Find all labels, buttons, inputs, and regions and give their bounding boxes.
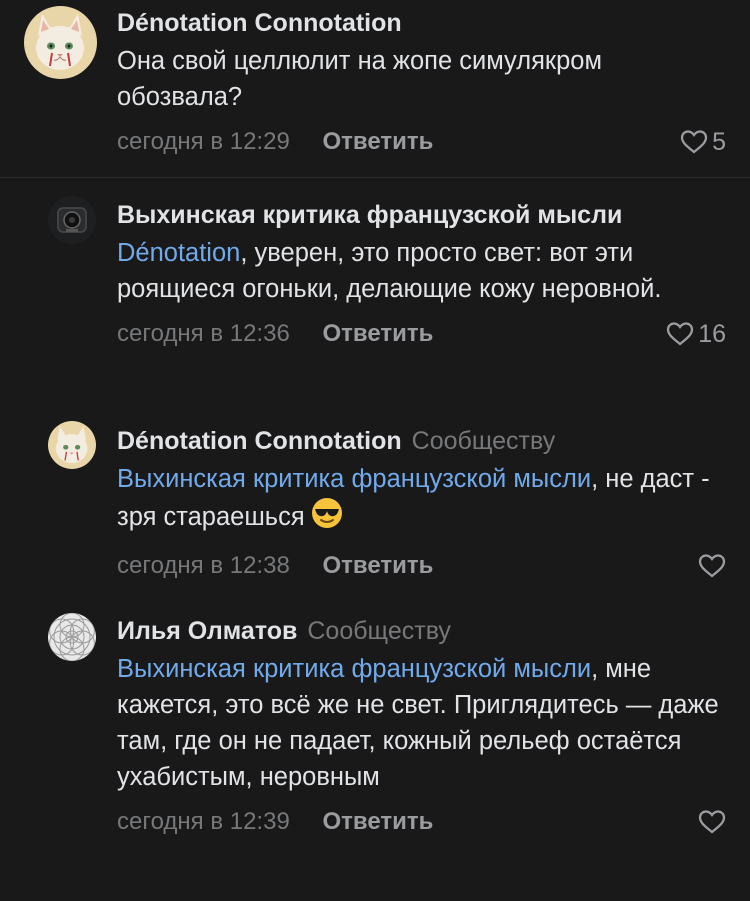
avatar[interactable] [48, 613, 96, 661]
comment-time[interactable]: сегодня в 12:38 [117, 552, 290, 579]
reply-button[interactable]: Ответить [322, 552, 433, 579]
comment-text: Она свой целлюлит на жопе симулякром обо… [117, 43, 726, 115]
camera-avatar-icon [48, 196, 96, 244]
like-button[interactable] [698, 805, 726, 839]
heart-icon [698, 554, 726, 578]
comment-author[interactable]: Выхинская критика французской мысли [117, 201, 622, 229]
reply-button[interactable]: Ответить [322, 808, 433, 835]
audience-tag: Сообществу [411, 427, 556, 455]
like-button[interactable]: 16 [666, 317, 726, 351]
comment-author[interactable]: Dénotation Connotation [117, 9, 402, 37]
comment-author[interactable]: Илья Олматов [117, 617, 297, 645]
heart-icon [667, 322, 694, 346]
comment-text: Выхинская критика французской мысли, мне… [117, 651, 726, 795]
heart-icon [698, 810, 726, 834]
comment-time[interactable]: сегодня в 12:36 [117, 320, 290, 347]
cat-avatar-icon [24, 6, 97, 79]
mention-link[interactable]: Dénotation [117, 239, 240, 267]
comment-text: Dénotation, уверен, это просто свет: вот… [117, 235, 726, 307]
comment-time[interactable]: сегодня в 12:39 [117, 808, 290, 835]
comment-author[interactable]: Dénotation Connotation [117, 427, 402, 455]
cat-avatar-icon [48, 421, 96, 469]
geometric-pattern-avatar-icon [48, 613, 96, 661]
avatar[interactable] [48, 421, 96, 469]
audience-tag: Сообществу [307, 617, 451, 645]
reply-button[interactable]: Ответить [322, 320, 433, 347]
comment-text-body: Она свой целлюлит на жопе симулякром обо… [117, 47, 602, 111]
like-count: 16 [698, 320, 726, 348]
comment-text: Выхинская критика французской мысли, не … [117, 461, 726, 539]
mention-link[interactable]: Выхинская критика французской мысли [117, 465, 591, 493]
like-count: 5 [712, 128, 726, 156]
like-button[interactable]: 5 [680, 125, 726, 159]
sunglasses-emoji-icon [311, 497, 343, 539]
like-button[interactable] [698, 549, 726, 583]
avatar[interactable] [24, 6, 97, 79]
comment-time[interactable]: сегодня в 12:29 [117, 128, 290, 155]
heart-icon [680, 130, 708, 154]
avatar[interactable] [48, 196, 96, 244]
divider [0, 177, 750, 178]
mention-link[interactable]: Выхинская критика французской мысли [117, 655, 591, 683]
reply-button[interactable]: Ответить [322, 128, 433, 155]
